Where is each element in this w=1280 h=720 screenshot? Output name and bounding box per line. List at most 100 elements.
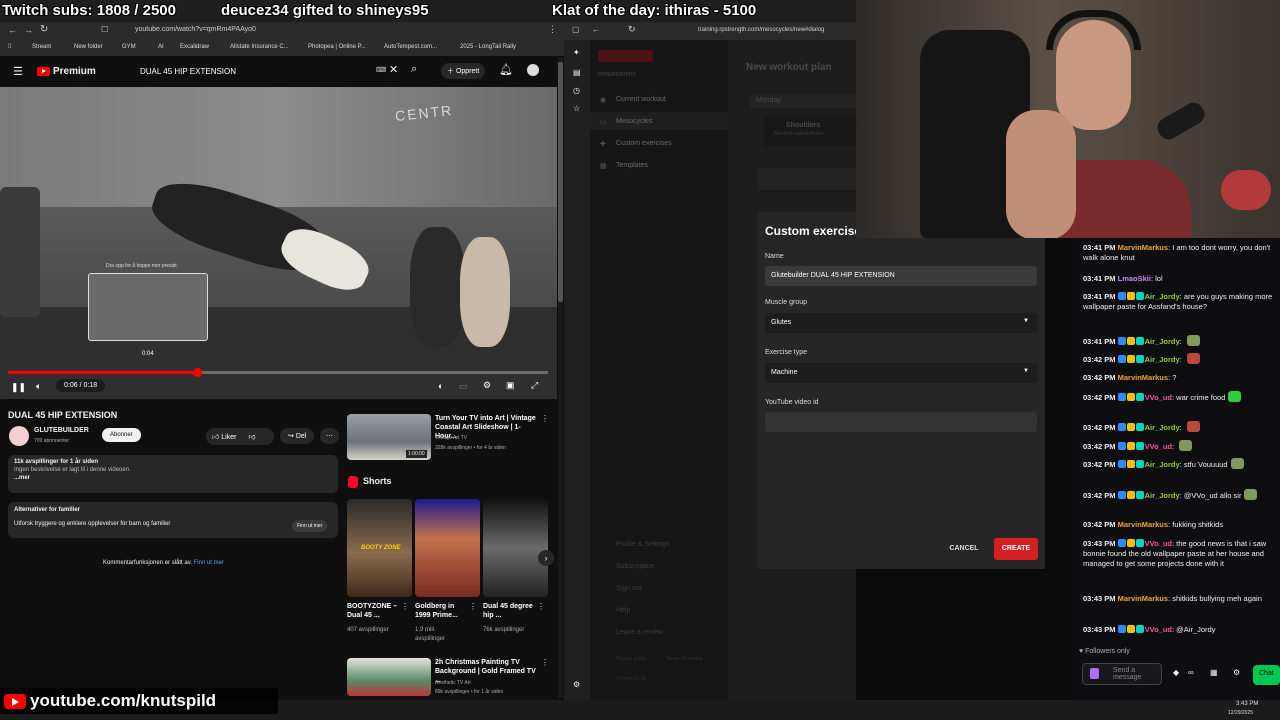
reload-icon[interactable]: ↻ bbox=[40, 24, 48, 35]
url-text[interactable]: youtube.com/watch?v=qmRm4PAAyo0 bbox=[135, 26, 256, 33]
chat-username[interactable]: MarvinMarkus bbox=[1118, 373, 1168, 382]
nav-subscription[interactable]: Subscription bbox=[616, 563, 655, 570]
exercise-type-select[interactable]: Machine ▼ bbox=[765, 363, 1037, 383]
name-field[interactable]: Glutebuilder DUAL 45 HIP EXTENSION bbox=[765, 266, 1037, 286]
back-icon[interactable]: ← bbox=[8, 25, 17, 35]
tab-sidebar-icon[interactable]: ▢ bbox=[572, 25, 580, 34]
bookmark-item[interactable]: Stream bbox=[32, 44, 51, 50]
chat-badge-icon[interactable] bbox=[1135, 393, 1144, 401]
chat-username[interactable]: Air_Jordy bbox=[1145, 355, 1180, 364]
chat-badge-icon[interactable] bbox=[1117, 491, 1126, 499]
channel-avatar[interactable] bbox=[9, 426, 29, 446]
chat-settings-icon[interactable]: ⚙ bbox=[1233, 668, 1240, 677]
hamburger-menu-icon[interactable]: ☰ bbox=[13, 65, 23, 78]
rec-channel[interactable]: Vintage Art TV bbox=[435, 435, 467, 441]
scrollbar-thumb[interactable] bbox=[558, 62, 563, 302]
bookmark-item[interactable]: AutoTempest.com... bbox=[384, 44, 437, 50]
notifications-bell-icon[interactable]: 🔔︎ bbox=[499, 63, 513, 76]
back-icon[interactable]: ← bbox=[592, 25, 600, 34]
emote-icon[interactable]: ∞ bbox=[1188, 668, 1194, 677]
chat-badge-icon[interactable] bbox=[1135, 442, 1144, 450]
chat-username[interactable]: Air_Jordy bbox=[1145, 491, 1180, 500]
forward-icon[interactable]: → bbox=[24, 25, 33, 35]
more-actions-icon[interactable]: ⋯ bbox=[320, 428, 339, 444]
chat-badge-icon[interactable] bbox=[1126, 355, 1135, 363]
sidebar-reader-icon[interactable]: ▤ bbox=[573, 68, 581, 77]
description-box[interactable]: 11k avspillinger for 1 år siden Ingen be… bbox=[8, 455, 338, 493]
rp-logo[interactable] bbox=[598, 50, 653, 62]
taskbar-date[interactable]: 12/29/2025 bbox=[1228, 710, 1253, 716]
create-button[interactable]: ＋ Opprett bbox=[441, 63, 486, 79]
nav-help[interactable]: Help bbox=[616, 607, 630, 614]
apps-icon[interactable]: ⁞⁞ bbox=[8, 44, 11, 50]
nav-mesocycles[interactable]: Mesocycles bbox=[616, 118, 653, 125]
nav-current-workout[interactable]: Current workout bbox=[616, 96, 666, 103]
share-button[interactable]: ↪ Del bbox=[280, 428, 315, 444]
chat-badge-icon[interactable] bbox=[1126, 491, 1135, 499]
youtube-id-field[interactable] bbox=[765, 412, 1037, 432]
subscribe-button[interactable]: Abonner bbox=[102, 428, 141, 442]
short-title[interactable]: Goldberg in 1999 Prime... bbox=[415, 602, 470, 620]
rec-thumbnail[interactable] bbox=[347, 658, 431, 696]
reload-icon[interactable]: ↻ bbox=[628, 24, 636, 35]
privacy-link[interactable]: Privacy policy bbox=[616, 656, 647, 662]
video-player[interactable]: CENTR bbox=[0, 87, 557, 399]
settings-gear-icon[interactable]: ⚙ bbox=[483, 380, 491, 391]
create-button[interactable]: CREATE bbox=[994, 538, 1038, 560]
nav-templates[interactable]: Templates bbox=[616, 162, 648, 169]
chat-badge-icon[interactable] bbox=[1117, 393, 1126, 401]
chat-badge-icon[interactable] bbox=[1135, 423, 1144, 431]
chat-badge-icon[interactable] bbox=[1126, 539, 1135, 547]
chat-badge-icon[interactable] bbox=[1135, 292, 1144, 300]
chat-username[interactable]: Air_Jordy bbox=[1145, 460, 1180, 469]
thumbs-down-icon[interactable]: 👎︎ bbox=[248, 434, 255, 441]
chat-username[interactable]: VVo_ud bbox=[1145, 442, 1172, 451]
menu-icon[interactable]: ⋮ bbox=[548, 24, 557, 35]
rp-address-bar[interactable]: ▢ ← ↻ training.rpstrength.com/mesocycles… bbox=[564, 22, 856, 40]
chat-badge-icon[interactable] bbox=[1135, 539, 1144, 547]
chat-badge-icon[interactable] bbox=[1135, 491, 1144, 499]
bookmark-item[interactable]: 2025 - LongTail Rally bbox=[460, 44, 516, 50]
chat-send-button[interactable]: Chat bbox=[1253, 665, 1280, 685]
volume-icon[interactable]: 🔈︎ bbox=[36, 381, 41, 392]
exercise-card[interactable]: Shoulders Machine Lateral Raise bbox=[764, 116, 856, 146]
chat-username[interactable]: MarvinMarkus bbox=[1118, 594, 1168, 603]
comments-learn-more-link[interactable]: Finn ut mer bbox=[194, 560, 224, 566]
bits-icon[interactable]: ◆ bbox=[1173, 668, 1179, 677]
chat-username[interactable]: MarvinMarkus bbox=[1118, 520, 1168, 529]
short-title[interactable]: BOOTYZONE – Dual 45 ... bbox=[347, 602, 402, 620]
bookmark-item[interactable]: Allstate Insurance C... bbox=[230, 44, 289, 50]
bookmark-item[interactable]: Photopea | Online P... bbox=[308, 44, 366, 50]
shorts-next-icon[interactable]: › bbox=[538, 550, 554, 566]
short-more-icon[interactable]: ⋮ bbox=[401, 602, 409, 611]
clear-search-icon[interactable]: ✕ bbox=[389, 63, 398, 76]
bookmark-item[interactable]: New folder bbox=[74, 44, 103, 50]
chat-username[interactable]: VVo_ud bbox=[1145, 625, 1172, 634]
family-learn-more-button[interactable]: Finn ut mer bbox=[292, 520, 328, 532]
chat-badge-icon[interactable] bbox=[1117, 625, 1126, 633]
rp-url-text[interactable]: training.rpstrength.com/mesocycles/new#d… bbox=[698, 27, 824, 33]
short-thumbnail[interactable]: BOOTY ZONE bbox=[347, 499, 412, 597]
pause-icon[interactable]: ❚❚ bbox=[11, 382, 26, 393]
bookmark-item[interactable]: GYM bbox=[122, 44, 136, 50]
add-exercise-row[interactable] bbox=[758, 168, 856, 190]
muscle-group-select[interactable]: Glutes ▼ bbox=[765, 313, 1037, 333]
chat-badge-icon[interactable] bbox=[1117, 442, 1126, 450]
fullscreen-icon[interactable]: ⤢ bbox=[531, 380, 538, 391]
sidebar-settings-icon[interactable]: ⚙ bbox=[573, 680, 580, 689]
chat-badge-icon[interactable] bbox=[1117, 337, 1126, 345]
chat-badge-icon[interactable] bbox=[1135, 355, 1144, 363]
chat-username[interactable]: MarvinMarkus bbox=[1118, 243, 1168, 252]
sidebar-ai-icon[interactable]: ✦ bbox=[573, 48, 580, 57]
rec-more-icon[interactable]: ⋮ bbox=[541, 658, 549, 667]
chat-badge-icon[interactable] bbox=[1126, 423, 1135, 431]
chat-username[interactable]: LmaoSkii bbox=[1118, 274, 1151, 283]
keyboard-icon[interactable]: ⌨ bbox=[376, 66, 386, 74]
chat-badge-icon[interactable] bbox=[1135, 337, 1144, 345]
search-icon[interactable]: ⌕ bbox=[411, 63, 417, 76]
page-scrollbar[interactable] bbox=[558, 58, 563, 698]
short-thumbnail[interactable] bbox=[483, 499, 548, 597]
short-more-icon[interactable]: ⋮ bbox=[469, 602, 477, 611]
sidebar-bookmark-icon[interactable]: ☆ bbox=[573, 104, 580, 113]
sidebar-history-icon[interactable]: ◷ bbox=[573, 86, 580, 95]
